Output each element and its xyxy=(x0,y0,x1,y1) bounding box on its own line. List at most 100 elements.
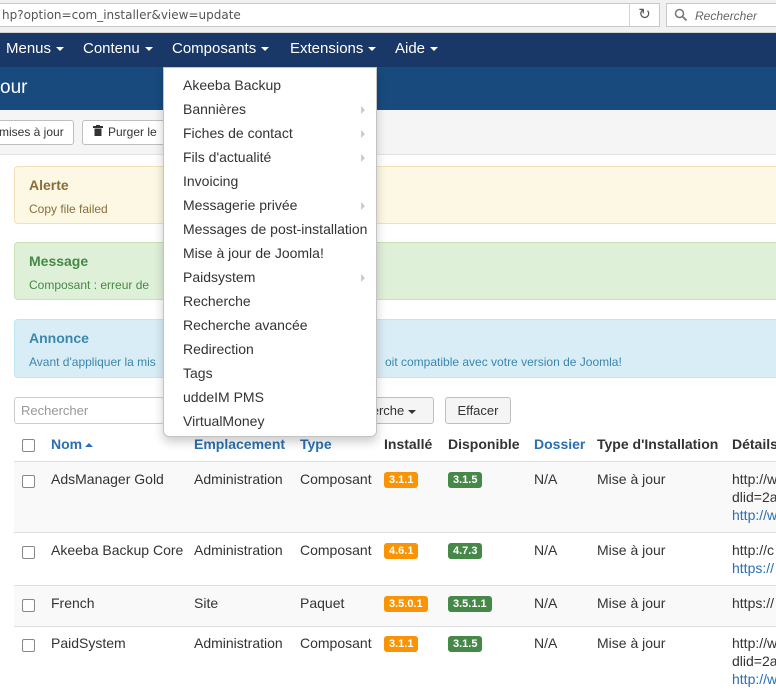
menu-item-invoicing[interactable]: Invoicing xyxy=(164,169,376,193)
menu-item-paidsystem[interactable]: Paidsystem xyxy=(164,265,376,289)
row-details-text: dlid=2a xyxy=(732,653,776,669)
alert-warning: Alerte Copy file failed xyxy=(14,166,776,224)
column-header-location[interactable]: Emplacement xyxy=(194,436,285,452)
purge-cache-button[interactable]: Purger le xyxy=(82,120,172,145)
row-location: Administration xyxy=(194,471,283,487)
menu-item-messagerie-privee[interactable]: Messagerie privée xyxy=(164,193,376,217)
available-version-badge: 3.5.1.1 xyxy=(448,596,492,612)
alert-notice: Annonce Avant d'appliquer la mis oit com… xyxy=(14,319,776,378)
installed-version-badge: 4.6.1 xyxy=(384,543,419,559)
installed-version-badge: 3.5.0.1 xyxy=(384,596,428,612)
row-details-link[interactable]: https:// xyxy=(732,560,774,576)
menu-item-fils-d-actualite[interactable]: Fils d'actualité xyxy=(164,145,376,169)
row-details-text: http://w xyxy=(732,471,776,487)
nav-extensions[interactable]: Extensions xyxy=(290,33,377,67)
row-details-text: https:// xyxy=(732,595,775,611)
select-all-checkbox[interactable] xyxy=(22,439,35,452)
row-install-type: Mise à jour xyxy=(597,595,666,611)
alert-message: Message Composant : erreur de xyxy=(14,242,776,300)
page-header: our xyxy=(0,67,776,110)
available-version-badge: 4.7.3 xyxy=(448,543,483,559)
row-type: Composant xyxy=(300,542,372,558)
row-details-text: http://c xyxy=(732,542,775,558)
menu-item-label: Recherche xyxy=(183,293,251,309)
available-version-badge: 3.1.5 xyxy=(448,472,483,488)
row-details-link[interactable]: http://w xyxy=(732,507,776,523)
clear-button[interactable]: Effacer xyxy=(445,397,511,424)
chevron-right-icon xyxy=(361,154,365,162)
address-bar-url: hp?option=com_installer&view=update xyxy=(2,8,241,22)
alert-warning-text: Copy file failed xyxy=(29,202,108,216)
nav-contenu-label: Contenu xyxy=(83,40,140,57)
menu-item-label: Tags xyxy=(183,365,213,381)
row-install-type: Mise à jour xyxy=(597,471,666,487)
menu-item-label: Recherche avancée xyxy=(183,317,308,333)
row-folder: N/A xyxy=(534,471,558,487)
browser-search-placeholder: Rechercher xyxy=(695,9,758,23)
menu-item-label: Bannières xyxy=(183,101,247,117)
row-details-text: dlid=2a xyxy=(732,489,776,505)
row-details-link[interactable]: http://w xyxy=(732,671,776,687)
menu-item-fiches-de-contact[interactable]: Fiches de contact xyxy=(164,121,376,145)
chevron-right-icon xyxy=(361,130,365,138)
row-location: Administration xyxy=(194,635,283,651)
nav-aide[interactable]: Aide xyxy=(395,33,439,67)
row-type: Paquet xyxy=(300,595,345,611)
address-bar[interactable]: hp?option=com_installer&view=update ↻ xyxy=(0,3,660,27)
row-name: AdsManager Gold xyxy=(51,471,164,487)
chevron-down-icon xyxy=(368,47,377,52)
menu-item-virtualmoney[interactable]: VirtualMoney xyxy=(164,409,376,433)
nav-contenu[interactable]: Contenu xyxy=(83,33,153,67)
menu-item-bannieres[interactable]: Bannières xyxy=(164,97,376,121)
menu-item-label: VirtualMoney xyxy=(183,413,265,429)
menu-item-tags[interactable]: Tags xyxy=(164,361,376,385)
row-type: Composant xyxy=(300,635,372,651)
browser-toolbar: hp?option=com_installer&view=update ↻ Re… xyxy=(0,0,776,33)
chevron-down-icon xyxy=(408,409,417,414)
nav-composants[interactable]: Composants xyxy=(172,33,270,67)
column-header-folder[interactable]: Dossier xyxy=(534,436,585,452)
row-checkbox[interactable] xyxy=(22,475,35,488)
menu-item-recherche-avancee[interactable]: Recherche avancée xyxy=(164,313,376,337)
toolbar: mises à jour Purger le xyxy=(0,110,776,155)
row-install-type: Mise à jour xyxy=(597,635,666,651)
column-header-details: Détails xyxy=(732,436,776,452)
column-header-name[interactable]: Nom xyxy=(51,436,94,452)
row-type: Composant xyxy=(300,471,372,487)
menu-item-uddeim-pms[interactable]: uddeIM PMS xyxy=(164,385,376,409)
chevron-down-icon xyxy=(144,47,153,52)
menu-item-label: Messages de post-installation xyxy=(183,221,368,237)
row-name: French xyxy=(51,595,95,611)
sort-ascending-icon xyxy=(85,443,94,448)
row-install-type: Mise à jour xyxy=(597,542,666,558)
nav-extensions-label: Extensions xyxy=(290,40,364,57)
alert-notice-text-left: Avant d'appliquer la mis xyxy=(29,355,156,369)
chevron-down-icon xyxy=(56,47,65,52)
row-location: Site xyxy=(194,595,219,611)
column-header-installed: Installé xyxy=(384,436,433,452)
menu-item-redirection[interactable]: Redirection xyxy=(164,337,376,361)
menu-item-post-installation-messages[interactable]: Messages de post-installation xyxy=(164,217,376,241)
menu-item-recherche[interactable]: Recherche xyxy=(164,289,376,313)
page-title: our xyxy=(0,77,28,98)
chevron-right-icon xyxy=(361,274,365,282)
column-header-name-label: Nom xyxy=(51,436,83,452)
row-checkbox[interactable] xyxy=(22,599,35,612)
row-checkbox[interactable] xyxy=(22,546,35,559)
update-button[interactable]: mises à jour xyxy=(0,120,74,145)
nav-menus-label: Menus xyxy=(6,40,52,57)
installed-version-badge: 3.1.1 xyxy=(384,636,419,652)
nav-menus[interactable]: Menus xyxy=(6,33,65,67)
alert-message-text: Composant : erreur de xyxy=(29,278,150,292)
alert-notice-heading: Annonce xyxy=(29,330,89,346)
menu-item-joomla-update[interactable]: Mise à jour de Joomla! xyxy=(164,241,376,265)
column-header-install-type: Type d'Installation xyxy=(597,436,719,452)
chevron-right-icon xyxy=(361,106,365,114)
search-icon xyxy=(674,8,688,25)
filter-search-input[interactable]: Rechercher xyxy=(14,397,164,424)
row-checkbox[interactable] xyxy=(22,639,35,652)
column-header-type[interactable]: Type xyxy=(300,436,332,452)
menu-item-akeeba-backup[interactable]: Akeeba Backup xyxy=(164,73,376,97)
browser-search-input[interactable]: Rechercher xyxy=(666,3,776,27)
reload-icon[interactable]: ↻ xyxy=(629,4,659,26)
